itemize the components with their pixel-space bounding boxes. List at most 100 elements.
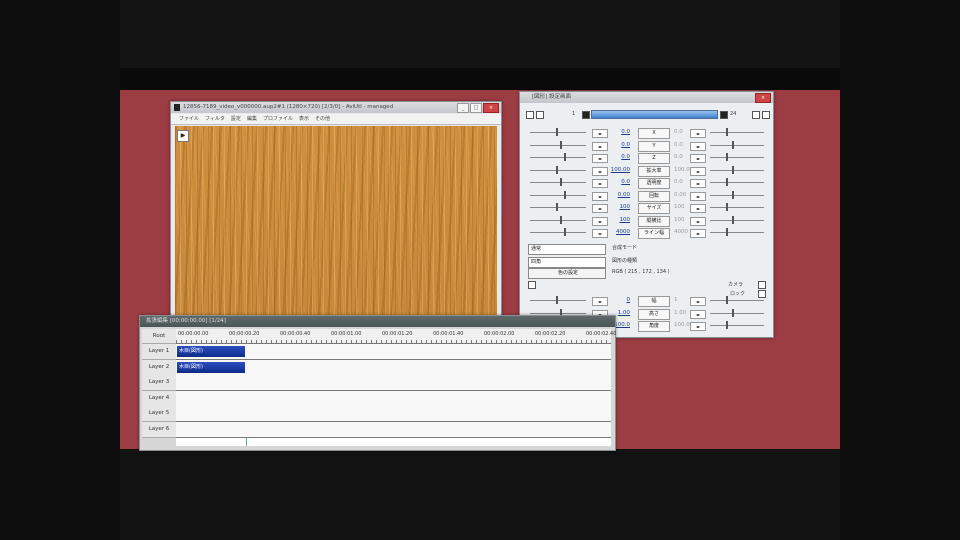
param-slider-track-end[interactable] — [710, 219, 764, 221]
param-slider-track-end[interactable] — [710, 232, 764, 233]
param-slider-knob[interactable] — [564, 153, 566, 161]
prev-frame-icon[interactable] — [582, 111, 590, 119]
param-start-value[interactable]: 100 — [608, 217, 631, 223]
param-slider-knob-end[interactable] — [726, 296, 728, 304]
menu-file[interactable]: ファイル — [179, 114, 199, 124]
param-button[interactable]: 縦横比 — [638, 215, 670, 227]
param-end-value[interactable]: 100 — [674, 217, 688, 223]
preview-titlebar[interactable]: 12856-7189_video_v000000.aup2#1 (1280×72… — [171, 102, 501, 113]
param-button[interactable]: 角度 — [638, 321, 670, 332]
layer-label[interactable]: Layer 5 — [142, 406, 176, 423]
camera-checkbox[interactable] — [758, 281, 766, 289]
param-slider-track-end[interactable] — [710, 132, 764, 133]
param-spin-arrows-end[interactable]: ◂▸ — [690, 166, 706, 176]
menu-filter[interactable]: フィルタ — [205, 114, 225, 124]
param-spin-arrows[interactable]: ◂▸ — [592, 154, 608, 163]
param-slider-track-end[interactable] — [710, 194, 764, 196]
param-slider-knob-end[interactable] — [732, 308, 734, 317]
menu-profile[interactable]: プロファイル — [263, 114, 293, 124]
param-spin-arrows-end[interactable]: ◂▸ — [690, 179, 706, 188]
split-icon[interactable] — [536, 111, 544, 119]
param-start-value[interactable]: 0.0 — [608, 129, 630, 135]
param-slider-track[interactable] — [530, 312, 586, 314]
param-start-value[interactable]: 100.00 — [608, 167, 630, 173]
menu-view[interactable]: 表示 — [299, 114, 309, 124]
param-spin-arrows-end[interactable]: ◂▸ — [690, 191, 706, 201]
param-button[interactable]: ライン幅 — [638, 228, 670, 239]
param-end-value[interactable]: 1 — [674, 297, 688, 303]
play-mode-icon[interactable] — [528, 281, 536, 289]
param-slider-knob-end[interactable] — [726, 203, 728, 211]
param-end-value[interactable]: 0.0 — [674, 142, 688, 148]
param-slider-knob[interactable] — [560, 215, 562, 224]
timeline-titlebar[interactable]: 拡張編集 [00:00:00.00] [1/24] — [140, 316, 615, 327]
param-button[interactable]: 幅 — [638, 296, 670, 307]
param-button[interactable]: 拡大率 — [638, 165, 670, 177]
timeline-clip[interactable]: 木目(図形) — [177, 346, 245, 357]
color-setting-button[interactable]: 色の設定 — [528, 268, 606, 279]
param-button[interactable]: Y — [638, 140, 670, 152]
menu-other[interactable]: その他 — [315, 114, 330, 124]
param-slider-track[interactable] — [530, 232, 586, 233]
param-button[interactable]: 回転 — [638, 190, 670, 202]
param-start-value[interactable]: 0.0 — [608, 179, 630, 185]
layer-track[interactable] — [176, 390, 611, 407]
param-slider-knob-end[interactable] — [726, 128, 728, 136]
param-end-value[interactable]: 100 — [674, 204, 688, 210]
param-slider-knob-end[interactable] — [726, 153, 728, 161]
layer-label[interactable]: Layer 2 — [142, 359, 176, 376]
param-slider-knob[interactable] — [556, 128, 558, 136]
param-spin-arrows-end[interactable]: ◂▸ — [690, 322, 706, 331]
param-spin-arrows[interactable]: ◂▸ — [592, 129, 608, 138]
param-slider-knob-end[interactable] — [732, 190, 734, 199]
menu-edit[interactable]: 編集 — [247, 114, 257, 124]
settings-titlebar[interactable]: [図形] 設定画面 × — [520, 92, 773, 103]
lock-icon[interactable] — [526, 111, 534, 119]
param-spin-arrows[interactable]: ◂▸ — [592, 141, 608, 151]
param-spin-arrows[interactable]: ◂▸ — [592, 191, 608, 201]
param-end-value[interactable]: 100.00 — [674, 167, 693, 173]
maximize-button[interactable]: □ — [470, 103, 482, 113]
param-end-value[interactable]: 0.0 — [674, 154, 688, 160]
param-slider-track-end[interactable] — [710, 169, 764, 171]
param-slider-knob-end[interactable] — [726, 228, 728, 236]
param-slider-knob[interactable] — [560, 178, 562, 186]
param-slider-knob-end[interactable] — [726, 321, 728, 329]
param-spin-arrows-end[interactable]: ◂▸ — [690, 216, 706, 226]
param-slider-track-end[interactable] — [710, 144, 764, 146]
layer-track[interactable] — [176, 422, 611, 438]
layer-track[interactable] — [176, 406, 611, 423]
param-spin-arrows-end[interactable]: ◂▸ — [690, 229, 706, 238]
param-spin-arrows-end[interactable]: ◂▸ — [690, 141, 706, 151]
param-button[interactable]: 高さ — [638, 308, 670, 320]
param-slider-track-end[interactable] — [710, 300, 764, 301]
layer-label[interactable]: Layer 6 — [142, 422, 176, 438]
param-start-value[interactable]: 100 — [608, 204, 631, 210]
param-slider-track-end[interactable] — [710, 207, 764, 208]
param-start-value[interactable]: 0.0 — [608, 154, 630, 160]
layer-label[interactable]: Layer 4 — [142, 390, 176, 407]
param-button[interactable]: 透明度 — [638, 178, 670, 189]
param-slider-track[interactable] — [530, 169, 586, 171]
param-slider-knob[interactable] — [556, 296, 558, 304]
param-end-value[interactable]: 100.0 — [674, 322, 690, 328]
settings-menu-icon[interactable] — [752, 111, 760, 119]
param-spin-arrows[interactable]: ◂▸ — [592, 297, 608, 306]
param-slider-track-end[interactable] — [710, 157, 764, 158]
param-end-value[interactable]: 0.0 — [674, 129, 688, 135]
param-start-value[interactable]: 0.0 — [608, 142, 630, 148]
param-slider-track[interactable] — [530, 219, 586, 221]
track-area[interactable]: 木目(図形) 木目(図形) — [176, 344, 611, 446]
param-end-value[interactable]: 4000 — [674, 229, 688, 235]
param-spin-arrows[interactable]: ◂▸ — [592, 229, 608, 238]
layer-label[interactable]: Layer 3 — [142, 375, 176, 392]
param-start-value[interactable]: 0 — [608, 297, 631, 303]
layer-label[interactable]: Layer 1 — [142, 344, 176, 360]
frame-slider[interactable] — [591, 110, 718, 119]
param-slider-knob[interactable] — [556, 165, 558, 174]
param-slider-track[interactable] — [530, 300, 586, 301]
param-spin-arrows[interactable]: ◂▸ — [592, 216, 608, 226]
param-end-value[interactable]: 0.00 — [674, 192, 688, 198]
param-spin-arrows[interactable]: ◂▸ — [592, 166, 608, 176]
param-spin-arrows-end[interactable]: ◂▸ — [690, 309, 706, 319]
